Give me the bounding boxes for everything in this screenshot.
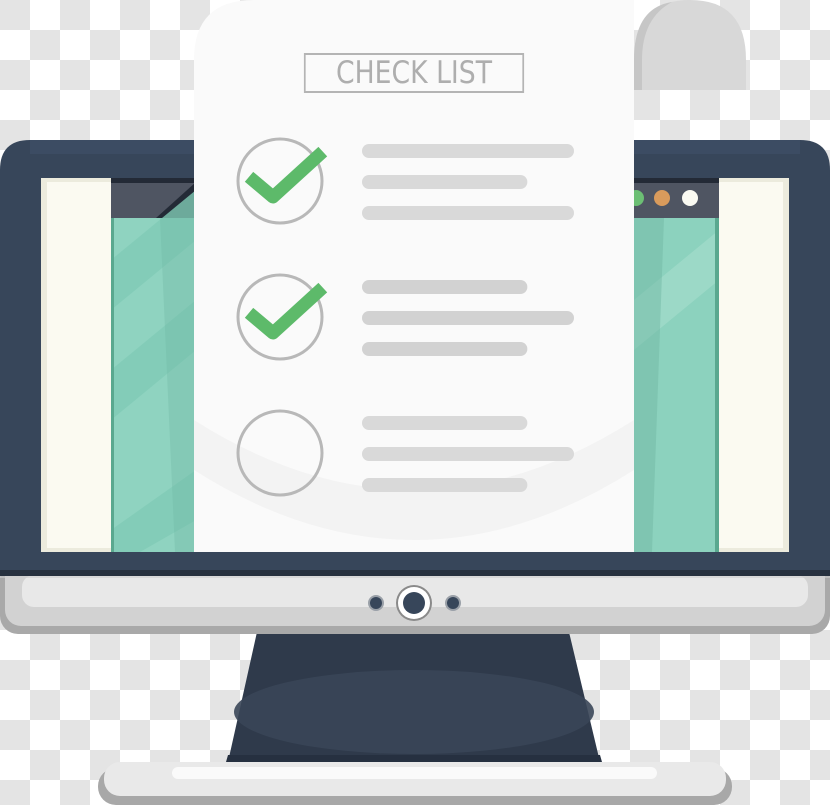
indicator-light-right-core (447, 597, 459, 609)
webcam-lens (403, 592, 425, 614)
indicator-light-left-core (370, 597, 382, 609)
monitor-camera-group (368, 585, 461, 621)
